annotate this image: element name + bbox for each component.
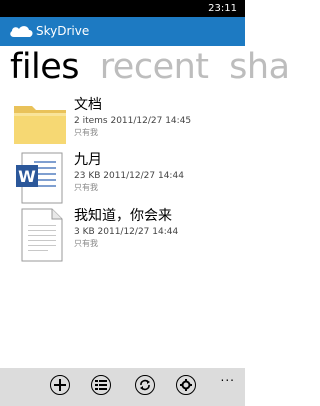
application-bar: ... — [0, 368, 245, 406]
app-title: SkyDrive — [36, 24, 90, 38]
add-icon[interactable] — [50, 375, 70, 395]
cloud-icon — [10, 26, 33, 37]
sync-icon-glyph — [140, 379, 150, 391]
pivot-files[interactable]: files — [10, 47, 80, 87]
add-icon-glyph — [54, 379, 66, 391]
pivot-header: files recent sha — [10, 46, 300, 88]
pivot-shared[interactable]: sha — [229, 47, 290, 87]
list-item[interactable]: 文档 2 items 2011/12/27 14:45 只有我 — [12, 96, 242, 152]
folder-icon — [14, 106, 66, 144]
item-meta: 3 KB 2011/12/27 14:44 — [74, 227, 179, 237]
list-item[interactable]: 我知道，你会来 3 KB 2011/12/27 14:44 只有我 — [12, 207, 242, 263]
text-document-icon — [21, 208, 63, 262]
item-name: 我知道，你会来 — [74, 208, 172, 224]
settings-icon-glyph — [180, 379, 192, 391]
item-meta: 2 items 2011/12/27 14:45 — [74, 116, 192, 126]
item-meta: 23 KB 2011/12/27 14:44 — [74, 171, 184, 181]
status-time: 23:11 — [208, 3, 237, 14]
item-sharing: 只有我 — [74, 239, 98, 248]
sync-icon[interactable] — [135, 375, 155, 395]
word-document-icon: W — [16, 152, 63, 204]
item-name: 九月 — [74, 152, 102, 168]
settings-icon[interactable] — [176, 375, 196, 395]
pivot-recent[interactable]: recent — [100, 47, 209, 87]
list-item[interactable]: W 九月 23 KB 2011/12/27 14:44 只有我 — [12, 151, 242, 207]
select-list-icon-glyph — [95, 380, 107, 390]
status-bar: 23:11 — [0, 0, 245, 17]
app-title-bar: SkyDrive — [0, 17, 245, 46]
item-sharing: 只有我 — [74, 128, 98, 137]
item-sharing: 只有我 — [74, 183, 98, 192]
select-list-icon[interactable] — [91, 375, 111, 395]
more-options-icon[interactable]: ... — [221, 371, 235, 383]
svg-text:W: W — [18, 167, 36, 186]
item-name: 文档 — [74, 97, 102, 113]
